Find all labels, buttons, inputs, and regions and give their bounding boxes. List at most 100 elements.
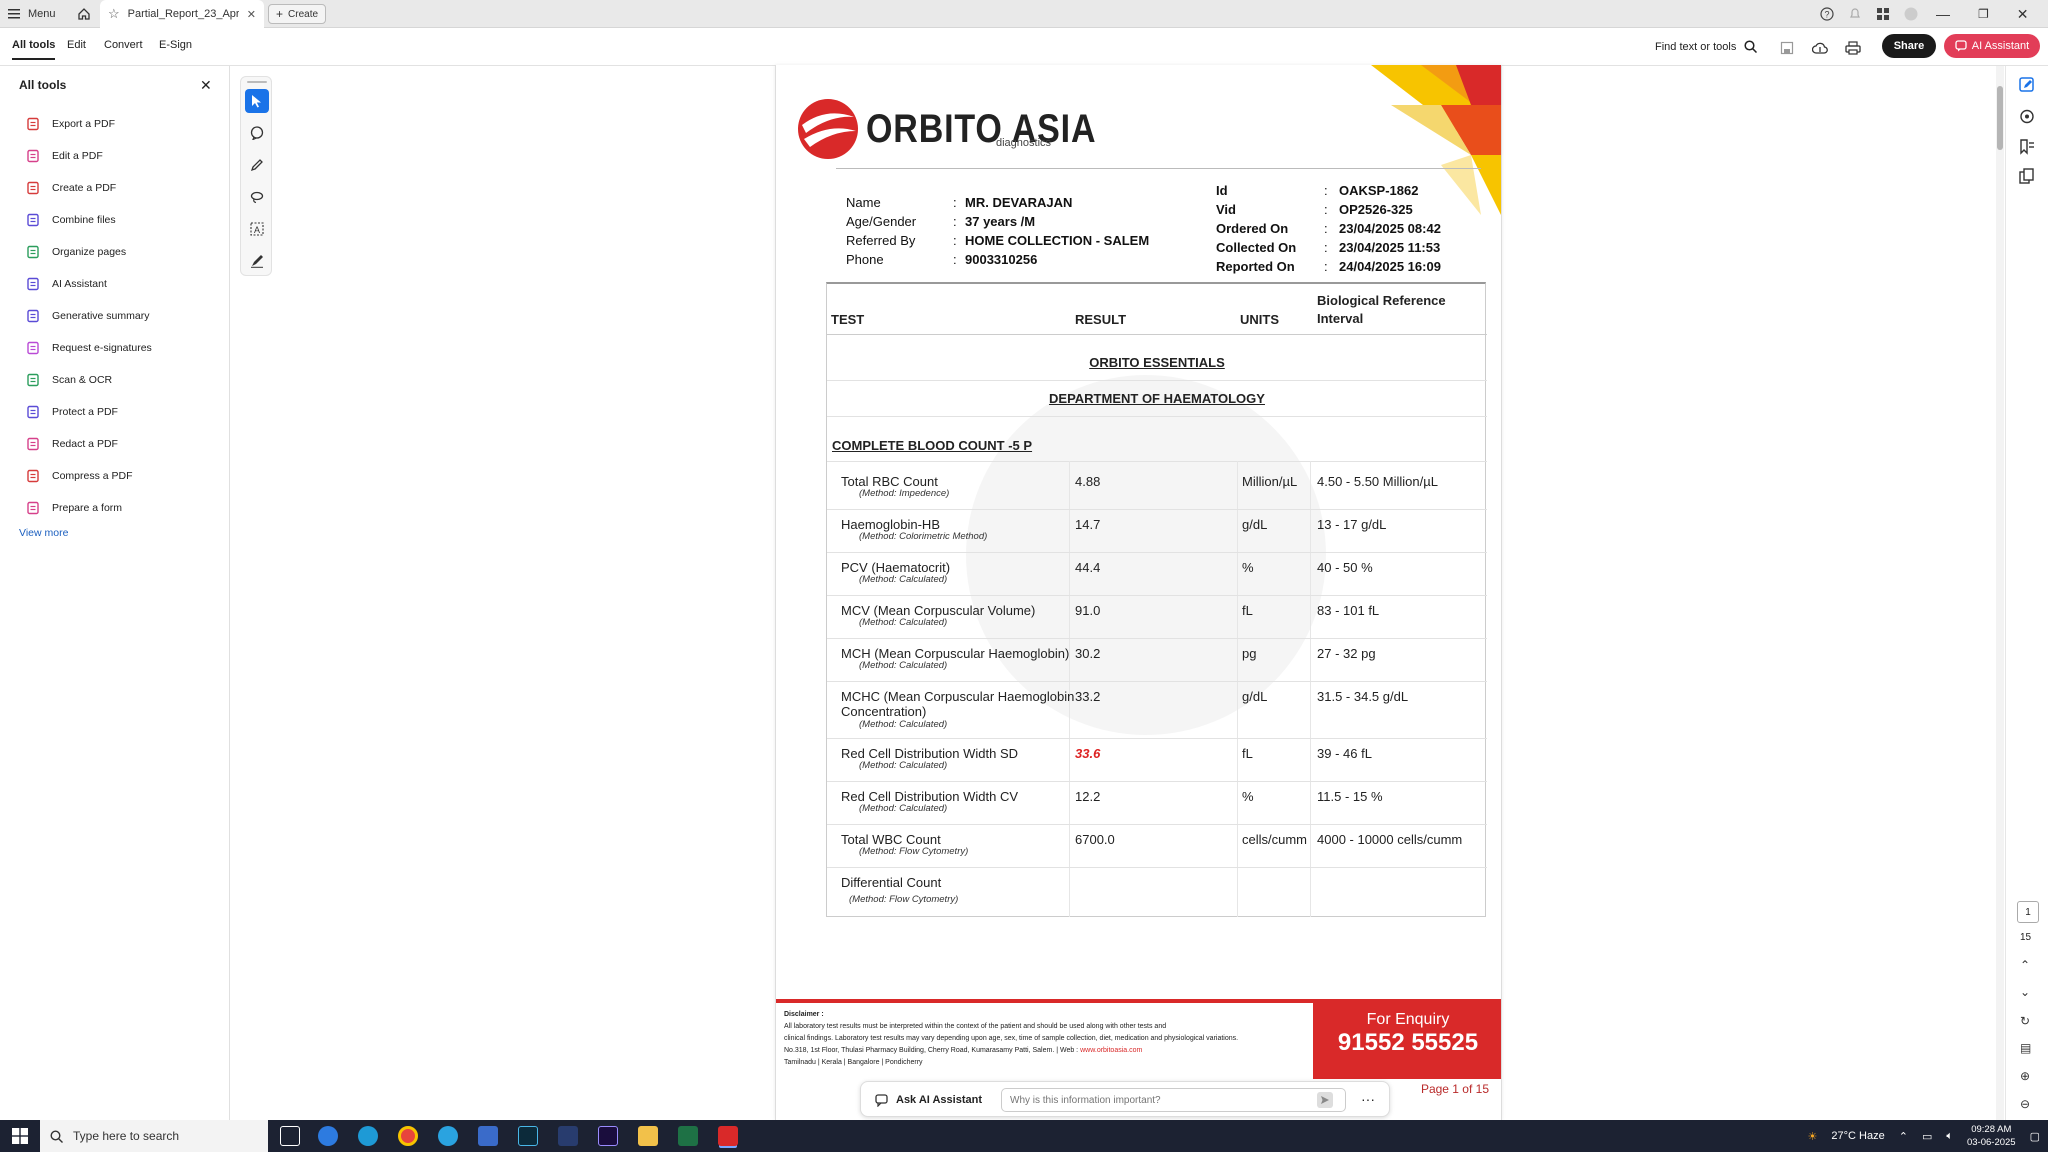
star-icon[interactable]: ☆: [108, 6, 120, 22]
tool-label: Create a PDF: [52, 182, 117, 194]
scan-ocr-icon: [27, 373, 39, 387]
network-icon[interactable]: ▭: [1922, 1130, 1932, 1143]
restore-icon[interactable]: ❐: [1978, 7, 1989, 21]
tray-overflow-icon[interactable]: ⌃: [1899, 1130, 1908, 1143]
excel-icon[interactable]: [678, 1126, 698, 1146]
rotate-icon[interactable]: ↻: [2020, 1014, 2030, 1028]
tool-request-esignatures[interactable]: Request e-signatures: [26, 337, 152, 359]
print-icon[interactable]: [1843, 38, 1863, 58]
drag-handle[interactable]: [247, 81, 267, 83]
tab-convert[interactable]: Convert: [104, 39, 143, 51]
lightroom-icon[interactable]: [518, 1126, 538, 1146]
tool-combine-files[interactable]: Combine files: [26, 209, 116, 231]
tool-prepare-form[interactable]: Prepare a form: [26, 497, 122, 519]
disclaimer-line-2: clinical findings. Laboratory test resul…: [784, 1035, 1239, 1042]
view-more-link[interactable]: View more: [19, 527, 68, 539]
create-button[interactable]: + Create: [268, 4, 327, 24]
comments-panel-icon[interactable]: [2018, 108, 2036, 126]
sign-tool-button[interactable]: [245, 249, 269, 273]
edge-browser-icon[interactable]: [358, 1126, 378, 1146]
ask-ai-assistant-button[interactable]: Ask AI Assistant: [875, 1093, 982, 1107]
panel-title-cbc: COMPLETE BLOOD COUNT -5 P: [832, 438, 1033, 453]
home-button[interactable]: [72, 0, 96, 28]
premiere-pro-icon[interactable]: [598, 1126, 618, 1146]
taskbar-search[interactable]: Type here to search: [40, 1120, 268, 1152]
highlight-tool-button[interactable]: [245, 153, 269, 177]
edit-panel-icon[interactable]: [2018, 76, 2036, 94]
acrobat-icon[interactable]: [718, 1126, 738, 1146]
apps-grid-icon[interactable]: [1876, 7, 1890, 21]
task-view-icon[interactable]: [280, 1126, 300, 1146]
telegram-icon[interactable]: [438, 1126, 458, 1146]
tool-compress-pdf[interactable]: Compress a PDF: [26, 465, 133, 487]
tab-edit[interactable]: Edit: [67, 39, 86, 51]
test-result: 44.4: [1075, 560, 1101, 575]
combine-files-icon: [27, 213, 39, 227]
calculator-icon[interactable]: [478, 1126, 498, 1146]
find-text-or-tools[interactable]: Find text or tools: [1655, 40, 1758, 53]
close-tab-icon[interactable]: ✕: [247, 8, 256, 21]
file-explorer-icon[interactable]: [638, 1126, 658, 1146]
document-tab[interactable]: ☆ Partial_Report_23_Apr... ✕: [100, 0, 264, 28]
row-separator: [827, 416, 1487, 417]
text-select-tool-button[interactable]: A: [245, 217, 269, 241]
ai-assistant-button[interactable]: AI Assistant: [1944, 34, 2040, 58]
website-link[interactable]: www.orbitoasia.com: [1080, 1047, 1142, 1054]
clock[interactable]: 09:28 AM 03-06-2025: [1967, 1123, 2016, 1149]
bookmarks-icon[interactable]: [2018, 138, 2036, 156]
comment-tool-button[interactable]: [245, 121, 269, 145]
more-options-icon[interactable]: ···: [1361, 1091, 1375, 1107]
vertical-scrollbar[interactable]: [1996, 66, 2004, 1120]
tool-ai-assistant[interactable]: AI Assistant: [26, 273, 107, 295]
save-icon[interactable]: [1777, 38, 1797, 58]
close-panel-icon[interactable]: ✕: [200, 77, 212, 94]
test-method: (Method: Calculated): [859, 760, 948, 771]
tool-organize-pages[interactable]: Organize pages: [26, 241, 126, 263]
previous-page-icon[interactable]: ⌃: [2020, 958, 2030, 972]
chrome-browser-icon[interactable]: [398, 1126, 418, 1146]
disclaimer-title: Disclaimer :: [784, 1011, 824, 1018]
tool-generative-summary[interactable]: Generative summary: [26, 305, 149, 327]
notifications-icon[interactable]: ▢: [2030, 1130, 2040, 1143]
tool-protect-pdf[interactable]: Protect a PDF: [26, 401, 118, 423]
upload-cloud-icon[interactable]: [1810, 38, 1830, 58]
select-tool-button[interactable]: [245, 89, 269, 113]
zoom-in-icon[interactable]: ⊕: [2020, 1069, 2030, 1083]
share-button[interactable]: Share: [1882, 34, 1936, 58]
volume-icon[interactable]: 🔈︎: [1946, 1130, 1953, 1143]
weather-text[interactable]: 27°C Haze: [1831, 1130, 1884, 1142]
scroll-thumb[interactable]: [1997, 86, 2003, 150]
redact-pdf-icon: [27, 437, 39, 451]
profile-avatar-icon[interactable]: [1904, 7, 1918, 21]
capcut-icon[interactable]: [558, 1126, 578, 1146]
test-name: Red Cell Distribution Width CV: [841, 789, 1019, 804]
page-thumbnails-icon[interactable]: [2018, 168, 2036, 186]
create-pdf-icon: [27, 181, 39, 195]
reference-range: 27 - 32 pg: [1317, 646, 1376, 661]
test-unit: g/dL: [1242, 517, 1268, 532]
row-separator: [827, 380, 1487, 381]
tab-all-tools[interactable]: All tools: [12, 39, 56, 60]
test-unit: %: [1242, 789, 1254, 804]
next-page-icon[interactable]: ⌄: [2020, 985, 2030, 999]
send-button[interactable]: [1317, 1092, 1333, 1108]
page-fit-icon[interactable]: ▤: [2020, 1041, 2031, 1055]
notification-bell-icon[interactable]: [1848, 7, 1862, 21]
tool-scan-ocr[interactable]: Scan & OCR: [26, 369, 112, 391]
menu-button[interactable]: Menu: [8, 0, 56, 28]
tool-redact-pdf[interactable]: Redact a PDF: [26, 433, 118, 455]
ask-ai-input[interactable]: [1001, 1088, 1346, 1112]
tool-export-pdf[interactable]: Export a PDF: [26, 113, 115, 135]
tool-edit-pdf[interactable]: Edit a PDF: [26, 145, 103, 167]
windows-start-icon[interactable]: [12, 1128, 28, 1144]
tab-esign[interactable]: E-Sign: [159, 39, 192, 51]
test-method: (Method: Flow Cytometry): [859, 846, 969, 857]
zoom-out-icon[interactable]: ⊖: [2020, 1097, 2030, 1111]
help-icon[interactable]: ?: [1820, 7, 1834, 21]
draw-tool-button[interactable]: [245, 185, 269, 209]
tool-create-pdf[interactable]: Create a PDF: [26, 177, 116, 199]
close-window-icon[interactable]: ✕: [2017, 6, 2029, 23]
minimize-icon[interactable]: —: [1936, 6, 1950, 22]
current-page-input[interactable]: 1: [2017, 901, 2039, 923]
copilot-icon[interactable]: [318, 1126, 338, 1146]
